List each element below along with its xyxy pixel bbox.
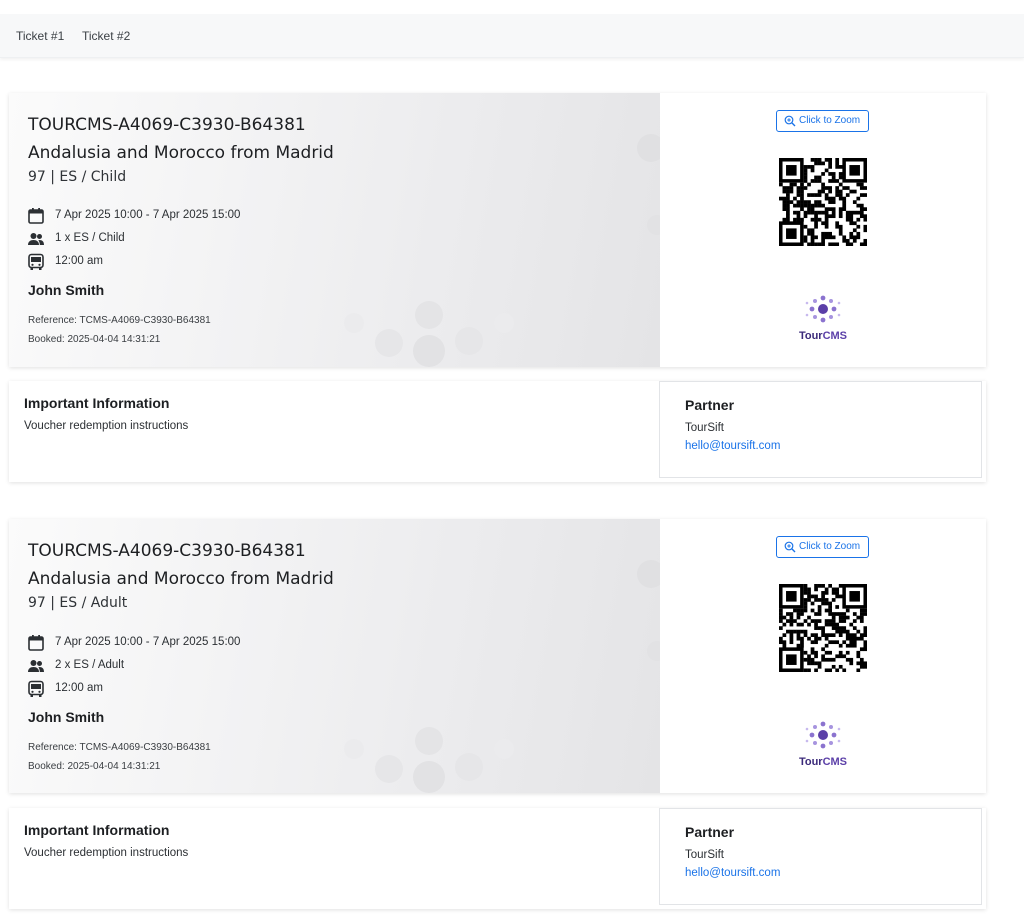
- calendar-icon: [28, 635, 44, 651]
- tourcms-logo: TourCMS: [799, 295, 847, 342]
- logo-text-tour: Tour: [799, 756, 823, 768]
- important-info-title: Important Information: [24, 395, 170, 411]
- ticket-code: TOURCMS-A4069-C3930-B64381: [28, 541, 306, 561]
- calendar-icon: [28, 208, 44, 224]
- partner-email-link[interactable]: hello@toursift.com: [685, 440, 780, 452]
- important-info-text: Voucher redemption instructions: [24, 420, 189, 432]
- important-info-title: Important Information: [24, 822, 170, 838]
- svg-text:TourCMS: TourCMS: [799, 756, 847, 768]
- info-card-2: Important Information Voucher redemption…: [9, 808, 986, 909]
- qr-code[interactable]: [779, 584, 867, 672]
- booking-reference: Reference: TCMS-A4069-C3930-B64381: [28, 742, 211, 753]
- tab-ticket-1[interactable]: Ticket #1: [16, 29, 64, 43]
- customer-name: John Smith: [28, 282, 105, 298]
- tour-title: Andalusia and Morocco from Madrid: [28, 569, 334, 589]
- people-icon: [28, 660, 44, 672]
- top-navigation: Ticket #1 Ticket #2: [0, 14, 1024, 58]
- logo-text-cms: CMS: [823, 330, 847, 342]
- svg-text:TourCMS: TourCMS: [799, 330, 847, 342]
- partner-name: TourSift: [685, 849, 724, 861]
- quantity: 2 x ES / Adult: [55, 659, 125, 671]
- zoom-button-label: Click to Zoom: [799, 115, 861, 126]
- pickup-time: 12:00 am: [55, 255, 103, 267]
- zoom-button[interactable]: Click to Zoom: [776, 110, 869, 132]
- logo-text-cms: CMS: [823, 756, 847, 768]
- zoom-button-label: Click to Zoom: [799, 541, 861, 552]
- ticket-subtitle: 97 | ES / Child: [28, 169, 127, 185]
- zoom-button[interactable]: Click to Zoom: [776, 536, 869, 558]
- logo-text-tour: Tour: [799, 330, 823, 342]
- bus-icon: [28, 680, 44, 697]
- people-icon: [28, 233, 44, 245]
- ticket-code: TOURCMS-A4069-C3930-B64381: [28, 115, 306, 135]
- ticket-card-2: TOURCMS-A4069-C3930-B64381 Andalusia and…: [9, 519, 986, 793]
- partner-box: Partner TourSift hello@toursift.com: [659, 381, 982, 478]
- ticket-details: TOURCMS-A4069-C3930-B64381 Andalusia and…: [9, 519, 660, 793]
- partner-title: Partner: [685, 824, 735, 840]
- partner-title: Partner: [685, 397, 735, 413]
- bus-icon: [28, 253, 44, 270]
- booking-reference: Reference: TCMS-A4069-C3930-B64381: [28, 315, 211, 326]
- quantity: 1 x ES / Child: [55, 232, 125, 244]
- zoom-in-icon: [784, 541, 796, 553]
- booked-date: Booked: 2025-04-04 14:31:21: [28, 761, 161, 772]
- partner-email-link[interactable]: hello@toursift.com: [685, 867, 780, 879]
- info-card-1: Important Information Voucher redemption…: [9, 381, 986, 482]
- date-range: 7 Apr 2025 10:00 - 7 Apr 2025 15:00: [55, 209, 241, 221]
- partner-box: Partner TourSift hello@toursift.com: [659, 808, 982, 905]
- partner-name: TourSift: [685, 422, 724, 434]
- tourcms-logo: TourCMS: [799, 721, 847, 768]
- ticket-card-1: TOURCMS-A4069-C3930-B64381 Andalusia and…: [9, 93, 986, 367]
- date-range: 7 Apr 2025 10:00 - 7 Apr 2025 15:00: [55, 636, 241, 648]
- tab-ticket-2[interactable]: Ticket #2: [82, 29, 130, 43]
- customer-name: John Smith: [28, 709, 105, 725]
- qr-code[interactable]: [779, 158, 867, 246]
- ticket-details: TOURCMS-A4069-C3930-B64381 Andalusia and…: [9, 93, 660, 367]
- booked-date: Booked: 2025-04-04 14:31:21: [28, 334, 161, 345]
- important-info-text: Voucher redemption instructions: [24, 847, 189, 859]
- ticket-subtitle: 97 | ES / Adult: [28, 595, 128, 611]
- pickup-time: 12:00 am: [55, 682, 103, 694]
- zoom-in-icon: [784, 115, 796, 127]
- tour-title: Andalusia and Morocco from Madrid: [28, 143, 334, 163]
